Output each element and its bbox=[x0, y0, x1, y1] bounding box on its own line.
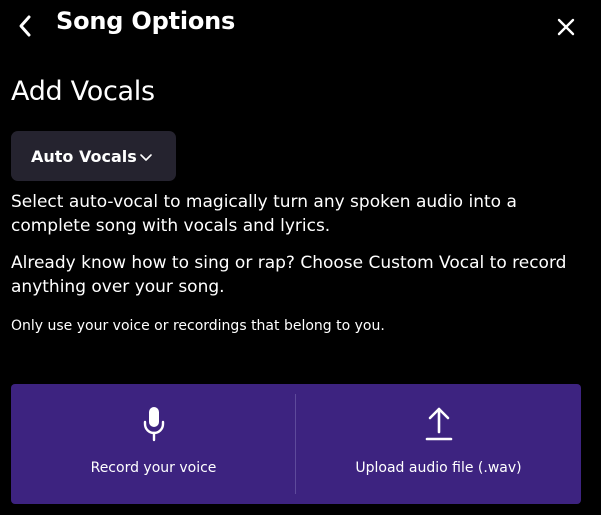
upload-audio-button[interactable]: Upload audio file (.wav) bbox=[296, 384, 581, 504]
upload-audio-label: Upload audio file (.wav) bbox=[355, 460, 522, 476]
close-button[interactable] bbox=[552, 13, 580, 41]
vocal-type-dropdown[interactable]: Auto Vocals bbox=[11, 131, 176, 181]
vocal-actions-card: Record your voice Upload audio file (.wa… bbox=[11, 384, 581, 504]
page-title: Song Options bbox=[56, 7, 236, 35]
close-icon bbox=[557, 18, 575, 36]
auto-vocal-description: Select auto-vocal to magically turn any … bbox=[11, 192, 517, 236]
panel-header: Song Options bbox=[0, 0, 601, 50]
ownership-note: Only use your voice or recordings that b… bbox=[11, 318, 385, 334]
microphone-icon bbox=[142, 406, 166, 444]
custom-vocal-description: Already know how to sing or rap? Choose … bbox=[11, 253, 567, 297]
upload-icon bbox=[424, 406, 454, 444]
chevron-left-icon bbox=[19, 15, 31, 37]
record-voice-label: Record your voice bbox=[90, 460, 217, 476]
record-voice-button[interactable]: Record your voice bbox=[11, 384, 296, 504]
dropdown-selected-value: Auto Vocals bbox=[31, 146, 137, 166]
section-title: Add Vocals bbox=[11, 76, 155, 107]
back-button[interactable] bbox=[12, 12, 38, 40]
song-options-panel: Song Options Add Vocals Auto Vocals Sele… bbox=[0, 0, 601, 515]
chevron-down-icon bbox=[139, 153, 153, 163]
